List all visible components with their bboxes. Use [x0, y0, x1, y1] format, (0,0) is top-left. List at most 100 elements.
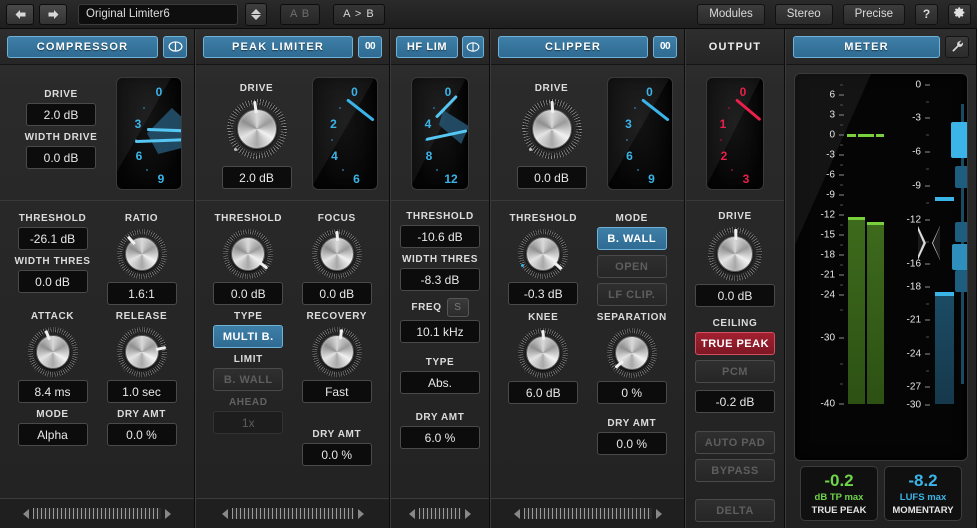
clipper-separation-value[interactable]: 0 % [597, 381, 667, 404]
scroll-left-icon[interactable] [23, 509, 29, 519]
peak-limiter-title-button[interactable]: PEAK LIMITER [203, 36, 353, 58]
hf-lim-type-value[interactable]: Abs. [400, 371, 480, 394]
ab-compare-button[interactable]: A B [280, 4, 320, 25]
clipper-drive-knob[interactable] [522, 99, 582, 159]
compressor-release-value[interactable]: 1.0 sec [107, 380, 177, 403]
peak-limiter-scrollbar[interactable] [196, 498, 389, 528]
compressor-scrollbar[interactable] [0, 498, 194, 528]
stereo-button[interactable]: Stereo [775, 4, 833, 25]
scroll-right-icon[interactable] [358, 509, 364, 519]
peak-limiter-threshold-knob[interactable] [223, 229, 273, 279]
clipper-dry-amt-value[interactable]: 0.0 % [597, 432, 667, 455]
peak-limiter-drive-value[interactable]: 2.0 dB [222, 166, 292, 189]
clipper-mode-option-0[interactable]: B. WALL [597, 227, 667, 250]
clipper-drive-value[interactable]: 0.0 dB [517, 166, 587, 189]
settings-button[interactable] [948, 4, 971, 25]
help-button[interactable]: ? [915, 4, 938, 25]
hf-lim-freq-solo-button[interactable]: S [447, 298, 469, 317]
hf-lim-width-thres-value[interactable]: -8.3 dB [400, 268, 480, 291]
scroll-right-icon[interactable] [165, 509, 171, 519]
compressor-gauge-area: DRIVE 2.0 dB WIDTH DRIVE 0.0 dB 0 3 6 9 [0, 65, 194, 200]
true-peak-readout[interactable]: -0.2 dB TP max TRUE PEAK [800, 466, 878, 521]
clipper-knee-value[interactable]: 6.0 dB [508, 381, 578, 404]
scroll-left-icon[interactable] [514, 509, 520, 519]
output-ceiling-true-peak-button[interactable]: TRUE PEAK [695, 332, 775, 355]
peak-limiter-ahead-value[interactable]: 1x [213, 411, 283, 434]
peak-limiter-focus-value[interactable]: 0.0 dB [302, 282, 372, 305]
lufs-slider-handle-tail[interactable] [955, 270, 968, 292]
compressor-release-knob[interactable] [117, 327, 167, 377]
lufs-slider-handle-mid-1[interactable] [955, 166, 968, 188]
scroll-right-icon[interactable] [656, 509, 662, 519]
precise-button[interactable]: Precise [843, 4, 905, 25]
scroll-right-icon[interactable] [465, 509, 471, 519]
peak-limiter-drive-knob[interactable] [227, 99, 287, 159]
compressor-ratio-value[interactable]: 1.6:1 [107, 282, 177, 305]
compressor-attack-value[interactable]: 8.4 ms [18, 380, 88, 403]
peak-limiter-recovery-knob[interactable] [312, 327, 362, 377]
scroll-left-icon[interactable] [222, 509, 228, 519]
lufs-slider-handle-mid-2[interactable] [955, 222, 968, 242]
hf-lim-title-button[interactable]: HF LIM [396, 36, 458, 58]
modules-button[interactable]: Modules [697, 4, 764, 25]
clipper-threshold-value[interactable]: -0.3 dB [508, 282, 578, 305]
compressor-width-drive-value[interactable]: 0.0 dB [26, 146, 96, 169]
output-drive-value[interactable]: 0.0 dB [695, 284, 775, 307]
peak-limiter-type-button[interactable]: MULTI B. [213, 325, 283, 348]
clipper-scrollbar[interactable] [491, 498, 684, 528]
right-scale-label-2: -6 [891, 147, 921, 158]
preset-name-field[interactable]: Original Limiter6 [78, 4, 238, 25]
compressor-width-thres-value[interactable]: 0.0 dB [18, 270, 88, 293]
compressor-attack-knob[interactable] [28, 327, 78, 377]
lufs-slider-handle-lower[interactable] [952, 244, 968, 270]
hf-lim-dry-amt-value[interactable]: 6.0 % [400, 426, 480, 449]
output-auto-pad-button[interactable]: AUTO PAD [695, 431, 775, 454]
preset-stepper[interactable] [245, 3, 267, 26]
hf-lim-link-button[interactable] [462, 36, 484, 58]
scroll-grip[interactable] [232, 508, 354, 519]
peak-limiter-recovery-value[interactable]: Fast [302, 380, 372, 403]
output-delta-button[interactable]: DELTA [695, 499, 775, 522]
peak-limiter-focus-knob[interactable] [312, 229, 362, 279]
peak-limiter-threshold-value[interactable]: 0.0 dB [213, 282, 283, 305]
scroll-grip[interactable] [419, 508, 461, 519]
clipper-mode-option-2[interactable]: LF CLIP. [597, 283, 667, 306]
meter-settings-button[interactable] [945, 36, 969, 58]
hf-lim-threshold-value[interactable]: -10.6 dB [400, 225, 480, 248]
chevron-up-icon[interactable] [251, 9, 261, 14]
momentary-readout[interactable]: -8.2 LUFS max MOMENTARY [884, 466, 962, 521]
hf-lim-scrollbar[interactable] [391, 498, 489, 528]
output-drive-knob[interactable] [708, 227, 762, 281]
peak-limiter-limit-button[interactable]: B. WALL [213, 368, 283, 391]
scroll-grip[interactable] [33, 508, 161, 519]
compressor-mode-value[interactable]: Alpha [18, 423, 88, 446]
scroll-left-icon[interactable] [409, 509, 415, 519]
compressor-dry-amt-value[interactable]: 0.0 % [107, 423, 177, 446]
peak-limiter-badge[interactable]: 00 [358, 36, 382, 58]
meter-display[interactable]: 6 3 0 -3 -6 -9 -12 -15 -18 -21 -24 -30 -… [794, 73, 968, 461]
scroll-grip[interactable] [524, 508, 652, 519]
clipper-knee-knob[interactable] [518, 328, 568, 378]
output-ceiling-pcm-button[interactable]: PCM [695, 360, 775, 383]
clipper-mode-option-1[interactable]: OPEN [597, 255, 667, 278]
ab-copy-button[interactable]: A > B [333, 4, 385, 25]
lufs-slider-handle-upper[interactable] [951, 122, 968, 158]
clipper-separation-knob[interactable] [607, 328, 657, 378]
clipper-title-button[interactable]: CLIPPER [498, 36, 648, 58]
chevron-down-icon[interactable] [251, 15, 261, 20]
clipper-badge[interactable]: 00 [653, 36, 677, 58]
output-ceiling-value[interactable]: -0.2 dB [695, 390, 775, 413]
forward-button[interactable] [39, 4, 67, 25]
clipper-threshold-knob[interactable] [518, 229, 568, 279]
compressor-title-button[interactable]: COMPRESSOR [7, 36, 158, 58]
gauge-dot [339, 107, 341, 109]
peak-limiter-dry-amt-value[interactable]: 0.0 % [302, 443, 372, 466]
hf-lim-freq-value[interactable]: 10.1 kHz [400, 320, 480, 343]
compressor-drive-value[interactable]: 2.0 dB [26, 103, 96, 126]
output-bypass-button[interactable]: BYPASS [695, 459, 775, 482]
meter-title-button[interactable]: METER [793, 36, 940, 58]
compressor-threshold-value[interactable]: -26.1 dB [18, 227, 88, 250]
compressor-ratio-knob[interactable] [117, 229, 167, 279]
back-button[interactable] [6, 4, 34, 25]
compressor-link-button[interactable] [163, 36, 187, 58]
